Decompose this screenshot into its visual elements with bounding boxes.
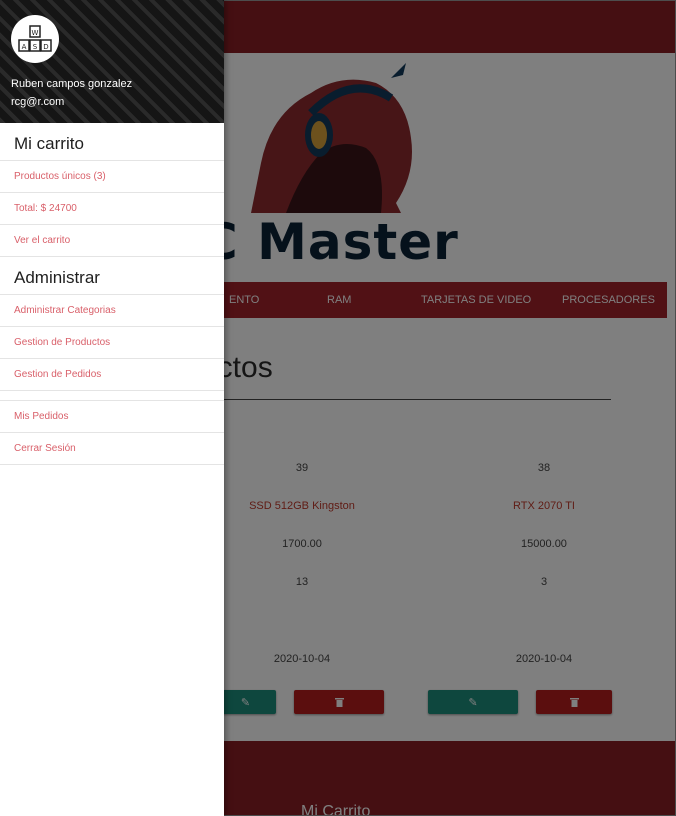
svg-text:S: S: [33, 43, 38, 51]
unique-products-link[interactable]: Productos únicos (3): [0, 161, 224, 193]
logout-link[interactable]: Cerrar Sesión: [0, 433, 224, 465]
cart-total-link[interactable]: Total: $ 24700: [0, 193, 224, 225]
keyboard-keys-icon: W A S D: [18, 25, 52, 52]
user-view: W A S D Ruben campos gonzalez rcg@r.com: [0, 0, 224, 123]
avatar: W A S D: [11, 15, 59, 63]
view-cart-link[interactable]: Ver el carrito: [0, 225, 224, 257]
svg-text:W: W: [32, 29, 39, 37]
svg-text:D: D: [43, 43, 48, 51]
user-name: Ruben campos gonzalez: [11, 78, 133, 90]
cart-subheader: Mi carrito: [0, 123, 224, 161]
svg-text:A: A: [22, 43, 27, 51]
manage-orders-link[interactable]: Gestion de Pedidos: [0, 359, 224, 391]
admin-subheader: Administrar: [0, 257, 224, 295]
side-nav-drawer: W A S D Ruben campos gonzalez rcg@r.com …: [0, 0, 224, 816]
my-orders-link[interactable]: Mis Pedidos: [0, 401, 224, 433]
menu-divider: [0, 391, 224, 401]
user-email: rcg@r.com: [11, 96, 65, 108]
admin-categories-link[interactable]: Administrar Categorias: [0, 295, 224, 327]
manage-products-link[interactable]: Gestion de Productos: [0, 327, 224, 359]
